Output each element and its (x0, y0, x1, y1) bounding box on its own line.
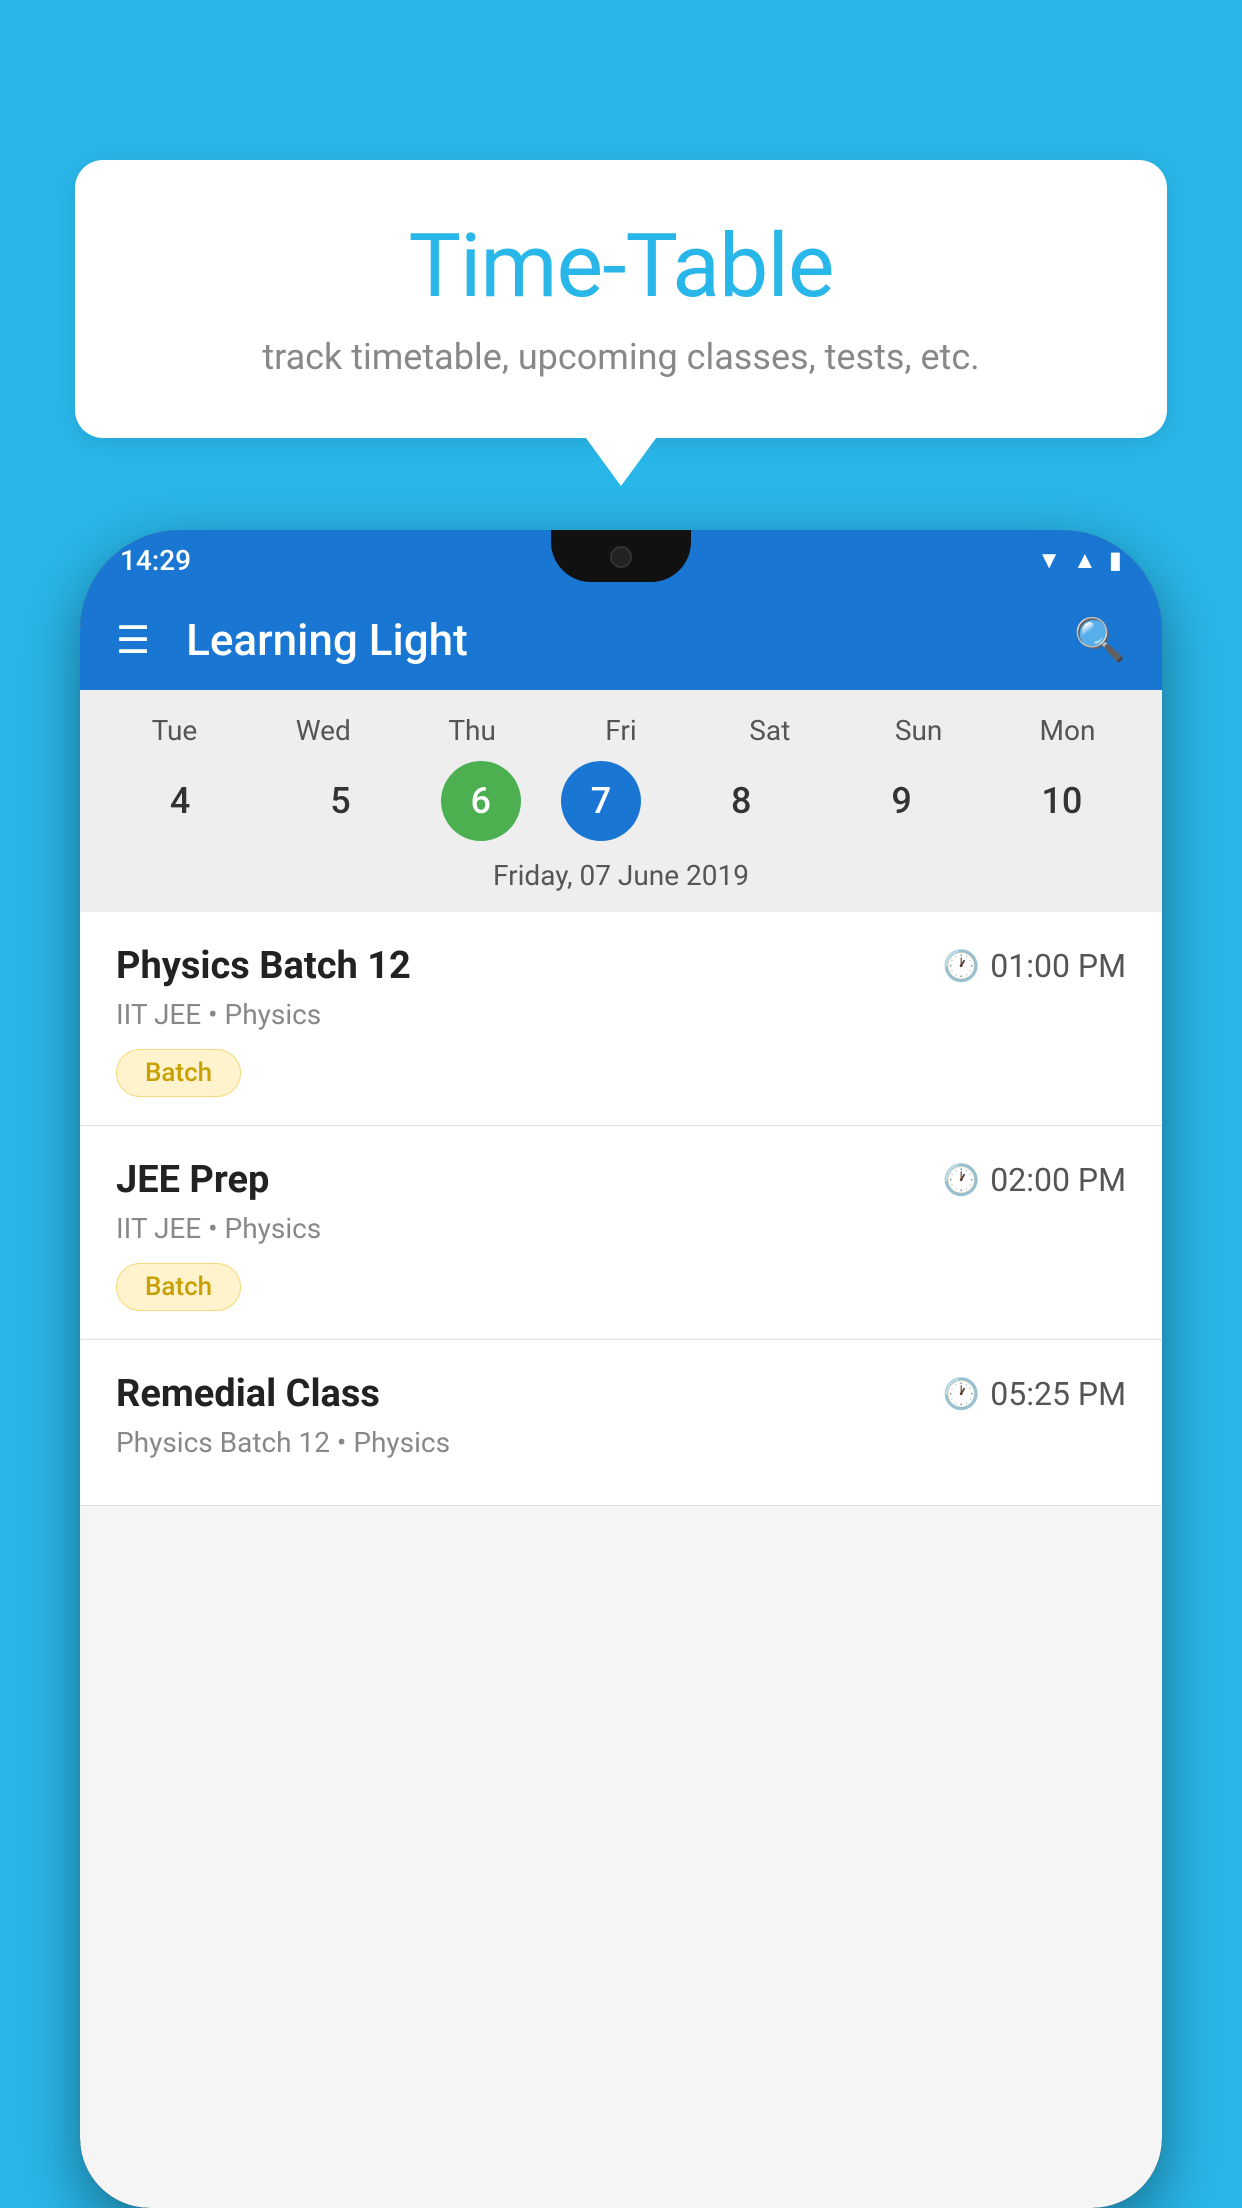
day-header-mon: Mon (1007, 714, 1127, 747)
schedule-item-3-time-value: 05:25 PM (990, 1375, 1126, 1413)
day-9[interactable]: 9 (842, 761, 962, 841)
schedule-item-1-title: Physics Batch 12 (116, 944, 411, 988)
schedule-item-3-title: Remedial Class (116, 1372, 380, 1416)
schedule-item-3[interactable]: Remedial Class 🕐 05:25 PM Physics Batch … (80, 1340, 1162, 1506)
schedule-item-2[interactable]: JEE Prep 🕐 02:00 PM IIT JEE • Physics Ba… (80, 1126, 1162, 1340)
day-header-tue: Tue (114, 714, 234, 747)
day-10[interactable]: 10 (1002, 761, 1122, 841)
speech-bubble-subtitle: track timetable, upcoming classes, tests… (135, 336, 1107, 378)
day-header-fri: Fri (561, 714, 681, 747)
hamburger-icon[interactable]: ☰ (116, 618, 150, 663)
schedule-item-1-tag: Batch (116, 1049, 241, 1097)
day-header-wed: Wed (263, 714, 383, 747)
app-bar: ☰ Learning Light 🔍 (80, 590, 1162, 690)
phone-screen: 14:29 ▼ ▲ ▮ ☰ Learning Light 🔍 Tue Wed T… (80, 530, 1162, 2208)
day-4[interactable]: 4 (120, 761, 240, 841)
day-7-selected[interactable]: 7 (561, 761, 641, 841)
day-header-sat: Sat (710, 714, 830, 747)
schedule-item-2-tag: Batch (116, 1263, 241, 1311)
day-numbers: 4 5 6 7 8 9 10 (100, 761, 1142, 841)
battery-icon: ▮ (1109, 546, 1122, 574)
phone-frame: 14:29 ▼ ▲ ▮ ☰ Learning Light 🔍 Tue Wed T… (80, 530, 1162, 2208)
day-8[interactable]: 8 (681, 761, 801, 841)
speech-bubble: Time-Table track timetable, upcoming cla… (75, 160, 1167, 438)
calendar-strip: Tue Wed Thu Fri Sat Sun Mon 4 5 6 7 8 9 … (80, 690, 1162, 912)
day-6-today[interactable]: 6 (441, 761, 521, 841)
selected-date-label: Friday, 07 June 2019 (100, 859, 1142, 912)
schedule-item-2-header: JEE Prep 🕐 02:00 PM (116, 1158, 1126, 1202)
day-5[interactable]: 5 (280, 761, 400, 841)
camera (610, 546, 632, 568)
notch (551, 530, 691, 582)
schedule-item-3-subtitle: Physics Batch 12 • Physics (116, 1426, 1126, 1459)
schedule-item-2-time: 🕐 02:00 PM (943, 1161, 1126, 1199)
schedule-item-1-header: Physics Batch 12 🕐 01:00 PM (116, 944, 1126, 988)
app-title: Learning Light (186, 614, 1074, 666)
status-time: 14:29 (120, 544, 191, 577)
schedule-item-2-subtitle: IIT JEE • Physics (116, 1212, 1126, 1245)
clock-icon-2: 🕐 (943, 1163, 980, 1198)
status-bar: 14:29 ▼ ▲ ▮ (80, 530, 1162, 590)
speech-bubble-title: Time-Table (135, 215, 1107, 318)
clock-icon-3: 🕐 (943, 1377, 980, 1412)
schedule-item-1-time-value: 01:00 PM (990, 947, 1126, 985)
schedule-list: Physics Batch 12 🕐 01:00 PM IIT JEE • Ph… (80, 912, 1162, 1506)
wifi-icon: ▼ (1037, 546, 1061, 575)
status-icons: ▼ ▲ ▮ (1037, 546, 1122, 575)
schedule-item-2-title: JEE Prep (116, 1158, 269, 1202)
signal-icon: ▲ (1073, 546, 1097, 575)
schedule-item-3-header: Remedial Class 🕐 05:25 PM (116, 1372, 1126, 1416)
schedule-item-1-subtitle: IIT JEE • Physics (116, 998, 1126, 1031)
schedule-item-2-time-value: 02:00 PM (990, 1161, 1126, 1199)
day-header-thu: Thu (412, 714, 532, 747)
schedule-item-1[interactable]: Physics Batch 12 🕐 01:00 PM IIT JEE • Ph… (80, 912, 1162, 1126)
day-header-sun: Sun (859, 714, 979, 747)
schedule-item-1-time: 🕐 01:00 PM (943, 947, 1126, 985)
schedule-item-3-time: 🕐 05:25 PM (943, 1375, 1126, 1413)
clock-icon-1: 🕐 (943, 949, 980, 984)
day-headers: Tue Wed Thu Fri Sat Sun Mon (100, 714, 1142, 747)
search-icon[interactable]: 🔍 (1074, 616, 1126, 665)
